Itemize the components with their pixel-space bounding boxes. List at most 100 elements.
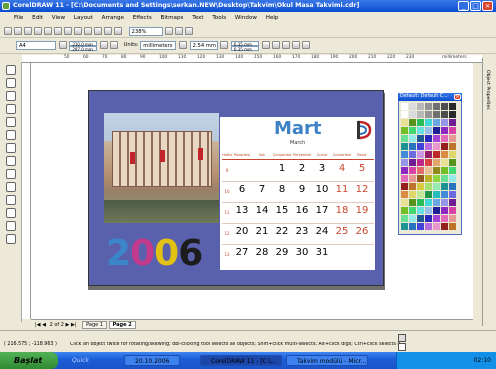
color-swatch[interactable]	[441, 119, 448, 126]
color-swatch[interactable]	[417, 175, 424, 182]
menu-bitmaps[interactable]: Bitmaps	[161, 12, 184, 24]
first-page-icon[interactable]: |◀	[35, 322, 41, 328]
color-swatch[interactable]	[409, 223, 416, 230]
color-swatch[interactable]	[417, 111, 424, 118]
color-swatch[interactable]	[425, 159, 432, 166]
page-tab-1[interactable]: Page 1	[82, 321, 107, 329]
menu-effects[interactable]: Effects	[133, 12, 152, 24]
menu-view[interactable]: View	[52, 12, 65, 24]
color-swatch[interactable]	[425, 151, 432, 158]
color-swatch[interactable]	[401, 167, 408, 174]
fill-tool-icon[interactable]	[6, 221, 16, 231]
color-swatch[interactable]	[441, 159, 448, 166]
task-coreldraw[interactable]: CorelDRAW 11 - [C:\...	[200, 355, 282, 366]
fill-indicator-icon[interactable]	[398, 334, 406, 342]
color-swatch[interactable]	[417, 199, 424, 206]
zoom-select[interactable]: 238%	[128, 27, 163, 36]
redo-icon[interactable]	[84, 27, 92, 35]
next-page-icon[interactable]: ▶	[66, 322, 70, 328]
task-folder[interactable]: 20.10.2006	[124, 355, 180, 366]
color-swatch[interactable]	[425, 215, 432, 222]
color-swatch[interactable]	[401, 191, 408, 198]
color-swatch[interactable]	[449, 143, 456, 150]
color-swatch[interactable]	[409, 127, 416, 134]
color-swatch[interactable]	[449, 159, 456, 166]
color-swatch[interactable]	[425, 119, 432, 126]
paper-size-select[interactable]: A4	[16, 41, 56, 50]
color-swatch[interactable]	[449, 127, 456, 134]
print-icon[interactable]	[34, 27, 42, 35]
color-swatch[interactable]	[401, 143, 408, 150]
color-swatch[interactable]	[417, 159, 424, 166]
color-swatch[interactable]	[425, 143, 432, 150]
shape-tool-icon[interactable]	[6, 78, 16, 88]
units-select[interactable]: millimeters	[140, 41, 177, 50]
quick-launch[interactable]: Quick Launch	[62, 355, 108, 366]
page-tab-2[interactable]: Page 2	[108, 321, 136, 329]
color-swatch[interactable]	[449, 151, 456, 158]
color-swatch[interactable]	[409, 119, 416, 126]
color-swatch[interactable]	[409, 191, 416, 198]
app-launcher-icon[interactable]	[114, 27, 122, 35]
color-swatch[interactable]	[401, 111, 408, 118]
color-swatch[interactable]	[433, 167, 440, 174]
color-swatch[interactable]	[417, 207, 424, 214]
last-page-icon[interactable]: ▶|	[71, 322, 77, 328]
color-swatch[interactable]	[441, 127, 448, 134]
color-swatch[interactable]	[433, 103, 440, 110]
color-swatch[interactable]	[433, 183, 440, 190]
color-swatch[interactable]	[433, 143, 440, 150]
color-swatch[interactable]	[401, 207, 408, 214]
color-swatch[interactable]	[441, 199, 448, 206]
color-swatch[interactable]	[401, 199, 408, 206]
options-icon[interactable]	[185, 27, 194, 35]
color-swatch[interactable]	[433, 111, 440, 118]
snap-guides-icon[interactable]	[271, 41, 280, 49]
color-swatch[interactable]	[449, 175, 456, 182]
color-swatch[interactable]	[441, 207, 448, 214]
rectangle-tool-icon[interactable]	[6, 130, 16, 140]
color-swatch[interactable]	[433, 175, 440, 182]
freehand-tool-icon[interactable]	[6, 117, 16, 127]
color-swatch[interactable]	[401, 159, 408, 166]
zoom-dropdown-icon[interactable]	[165, 27, 174, 35]
nudge-field[interactable]: 2.54 mm	[189, 41, 218, 50]
color-swatch[interactable]	[449, 207, 456, 214]
color-swatch[interactable]	[417, 167, 424, 174]
color-swatch[interactable]	[401, 183, 408, 190]
minimize-button[interactable]: _	[458, 1, 469, 11]
color-swatch[interactable]	[409, 143, 416, 150]
menu-edit[interactable]: Edit	[32, 12, 43, 24]
color-swatch[interactable]	[441, 223, 448, 230]
maximize-button[interactable]: □	[470, 1, 481, 11]
color-swatch[interactable]	[409, 151, 416, 158]
color-swatch[interactable]	[441, 151, 448, 158]
color-swatch[interactable]	[417, 191, 424, 198]
menu-layout[interactable]: Layout	[74, 12, 93, 24]
menu-tools[interactable]: Tools	[212, 12, 226, 24]
color-swatch[interactable]	[401, 151, 408, 158]
color-swatch[interactable]	[425, 103, 432, 110]
color-swatch[interactable]	[433, 215, 440, 222]
color-swatch[interactable]	[417, 151, 424, 158]
portrait-icon[interactable]	[99, 41, 108, 49]
color-swatch[interactable]	[441, 215, 448, 222]
cut-icon[interactable]	[44, 27, 52, 35]
color-swatch[interactable]	[401, 135, 408, 142]
color-swatch[interactable]	[449, 215, 456, 222]
color-swatch[interactable]	[433, 207, 440, 214]
color-swatch[interactable]	[425, 111, 432, 118]
import-icon[interactable]	[94, 27, 102, 35]
color-swatch[interactable]	[449, 119, 456, 126]
color-swatch[interactable]	[433, 119, 440, 126]
color-swatch[interactable]	[401, 175, 408, 182]
color-swatch[interactable]	[409, 159, 416, 166]
page-options-icon[interactable]	[301, 41, 310, 49]
color-swatch[interactable]	[433, 191, 440, 198]
color-swatch[interactable]	[401, 119, 408, 126]
pick-tool-icon[interactable]	[6, 65, 16, 75]
open-icon[interactable]	[14, 27, 22, 35]
crop-tool-icon[interactable]	[6, 91, 16, 101]
color-swatch[interactable]	[441, 167, 448, 174]
color-swatch[interactable]	[449, 111, 456, 118]
